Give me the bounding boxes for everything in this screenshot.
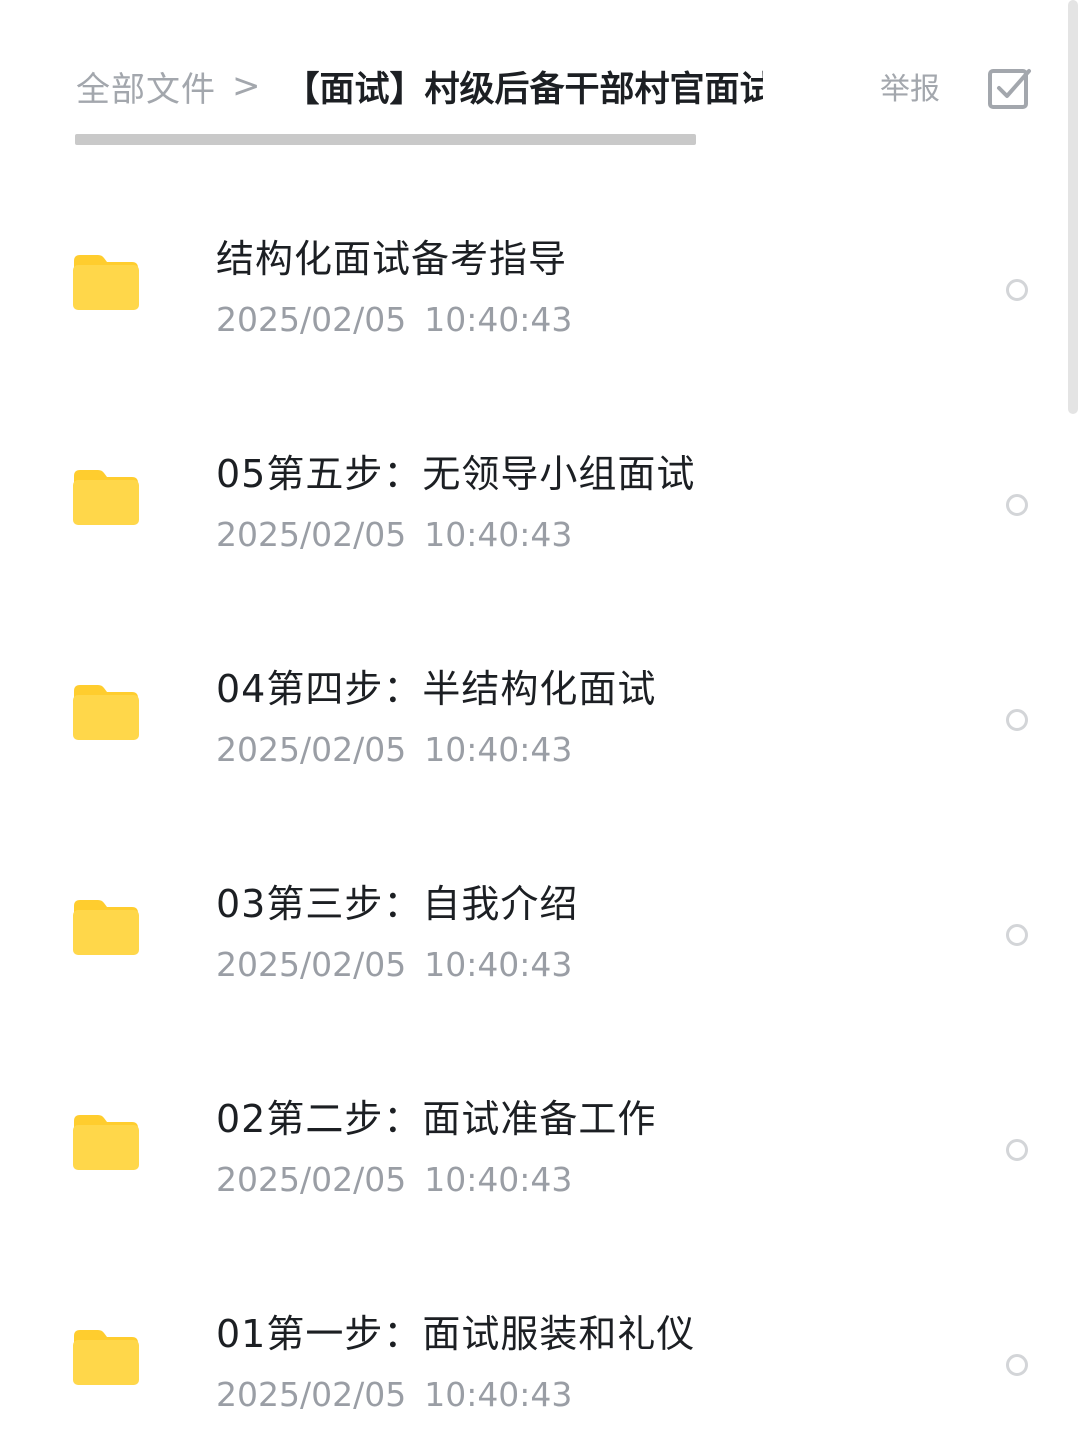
- file-time: 10:40:43: [424, 1375, 573, 1414]
- breadcrumb-root-link[interactable]: 全部文件: [76, 62, 216, 111]
- select-radio[interactable]: [1006, 1139, 1028, 1161]
- breadcrumb-scroll-indicator: [75, 134, 696, 145]
- file-date: 2025/02/05: [216, 1375, 407, 1414]
- file-time: 10:40:43: [424, 300, 573, 339]
- scrollbar[interactable]: [1068, 0, 1078, 414]
- file-name: 02第二步：面试准备工作: [216, 1097, 657, 1141]
- file-date: 2025/02/05: [216, 1160, 407, 1199]
- file-modified-time: 2025/02/05 10:40:43: [216, 515, 572, 554]
- folder-icon: [73, 1115, 139, 1170]
- select-radio[interactable]: [1006, 494, 1028, 516]
- folder-icon: [73, 900, 139, 955]
- select-radio[interactable]: [1006, 709, 1028, 731]
- file-name: 04第四步：半结构化面试: [216, 667, 657, 711]
- breadcrumb-separator-icon: >: [232, 66, 261, 106]
- file-modified-time: 2025/02/05 10:40:43: [216, 1160, 572, 1199]
- breadcrumb-current-folder: 【面试】村级后备干部村官面试: [284, 69, 763, 110]
- file-list-item[interactable]: 02第二步：面试准备工作 2025/02/05 10:40:43: [0, 1010, 1060, 1225]
- select-radio[interactable]: [1006, 924, 1028, 946]
- file-modified-time: 2025/02/05 10:40:43: [216, 730, 572, 769]
- file-time: 10:40:43: [424, 730, 573, 769]
- file-date: 2025/02/05: [216, 945, 407, 984]
- checkbox-select-icon[interactable]: [986, 66, 1032, 112]
- folder-icon: [73, 1330, 139, 1385]
- folder-icon: [73, 685, 139, 740]
- file-name: 03第三步：自我介绍: [216, 882, 579, 926]
- file-date: 2025/02/05: [216, 300, 407, 339]
- file-date: 2025/02/05: [216, 730, 407, 769]
- file-time: 10:40:43: [424, 945, 573, 984]
- file-name: 01第一步：面试服装和礼仪: [216, 1312, 696, 1356]
- folder-icon: [73, 255, 139, 310]
- file-modified-time: 2025/02/05 10:40:43: [216, 300, 572, 339]
- file-list-item[interactable]: 05第五步：无领导小组面试 2025/02/05 10:40:43: [0, 365, 1060, 580]
- file-modified-time: 2025/02/05 10:40:43: [216, 1375, 572, 1414]
- file-list-item[interactable]: 01第一步：面试服装和礼仪 2025/02/05 10:40:43: [0, 1225, 1060, 1440]
- breadcrumb: 全部文件 > 【面试】村级后备干部村官面试: [76, 60, 763, 112]
- select-radio[interactable]: [1006, 1354, 1028, 1376]
- file-date: 2025/02/05: [216, 515, 407, 554]
- file-browser-page: 全部文件 > 【面试】村级后备干部村官面试 举报 结构化面试备考指导 2025/0…: [0, 0, 1080, 1440]
- folder-icon: [73, 470, 139, 525]
- breadcrumb-current-clip: 【面试】村级后备干部村官面试: [285, 61, 763, 112]
- report-button[interactable]: 举报: [880, 64, 940, 108]
- select-radio[interactable]: [1006, 279, 1028, 301]
- file-time: 10:40:43: [424, 515, 573, 554]
- file-name: 结构化面试备考指导: [216, 237, 568, 281]
- file-time: 10:40:43: [424, 1160, 573, 1199]
- file-modified-time: 2025/02/05 10:40:43: [216, 945, 572, 984]
- file-name: 05第五步：无领导小组面试: [216, 452, 696, 496]
- header-bar: 全部文件 > 【面试】村级后备干部村官面试 举报: [0, 0, 1080, 150]
- file-list-item[interactable]: 结构化面试备考指导 2025/02/05 10:40:43: [0, 150, 1060, 365]
- file-list-item[interactable]: 04第四步：半结构化面试 2025/02/05 10:40:43: [0, 580, 1060, 795]
- file-list-item[interactable]: 03第三步：自我介绍 2025/02/05 10:40:43: [0, 795, 1060, 1010]
